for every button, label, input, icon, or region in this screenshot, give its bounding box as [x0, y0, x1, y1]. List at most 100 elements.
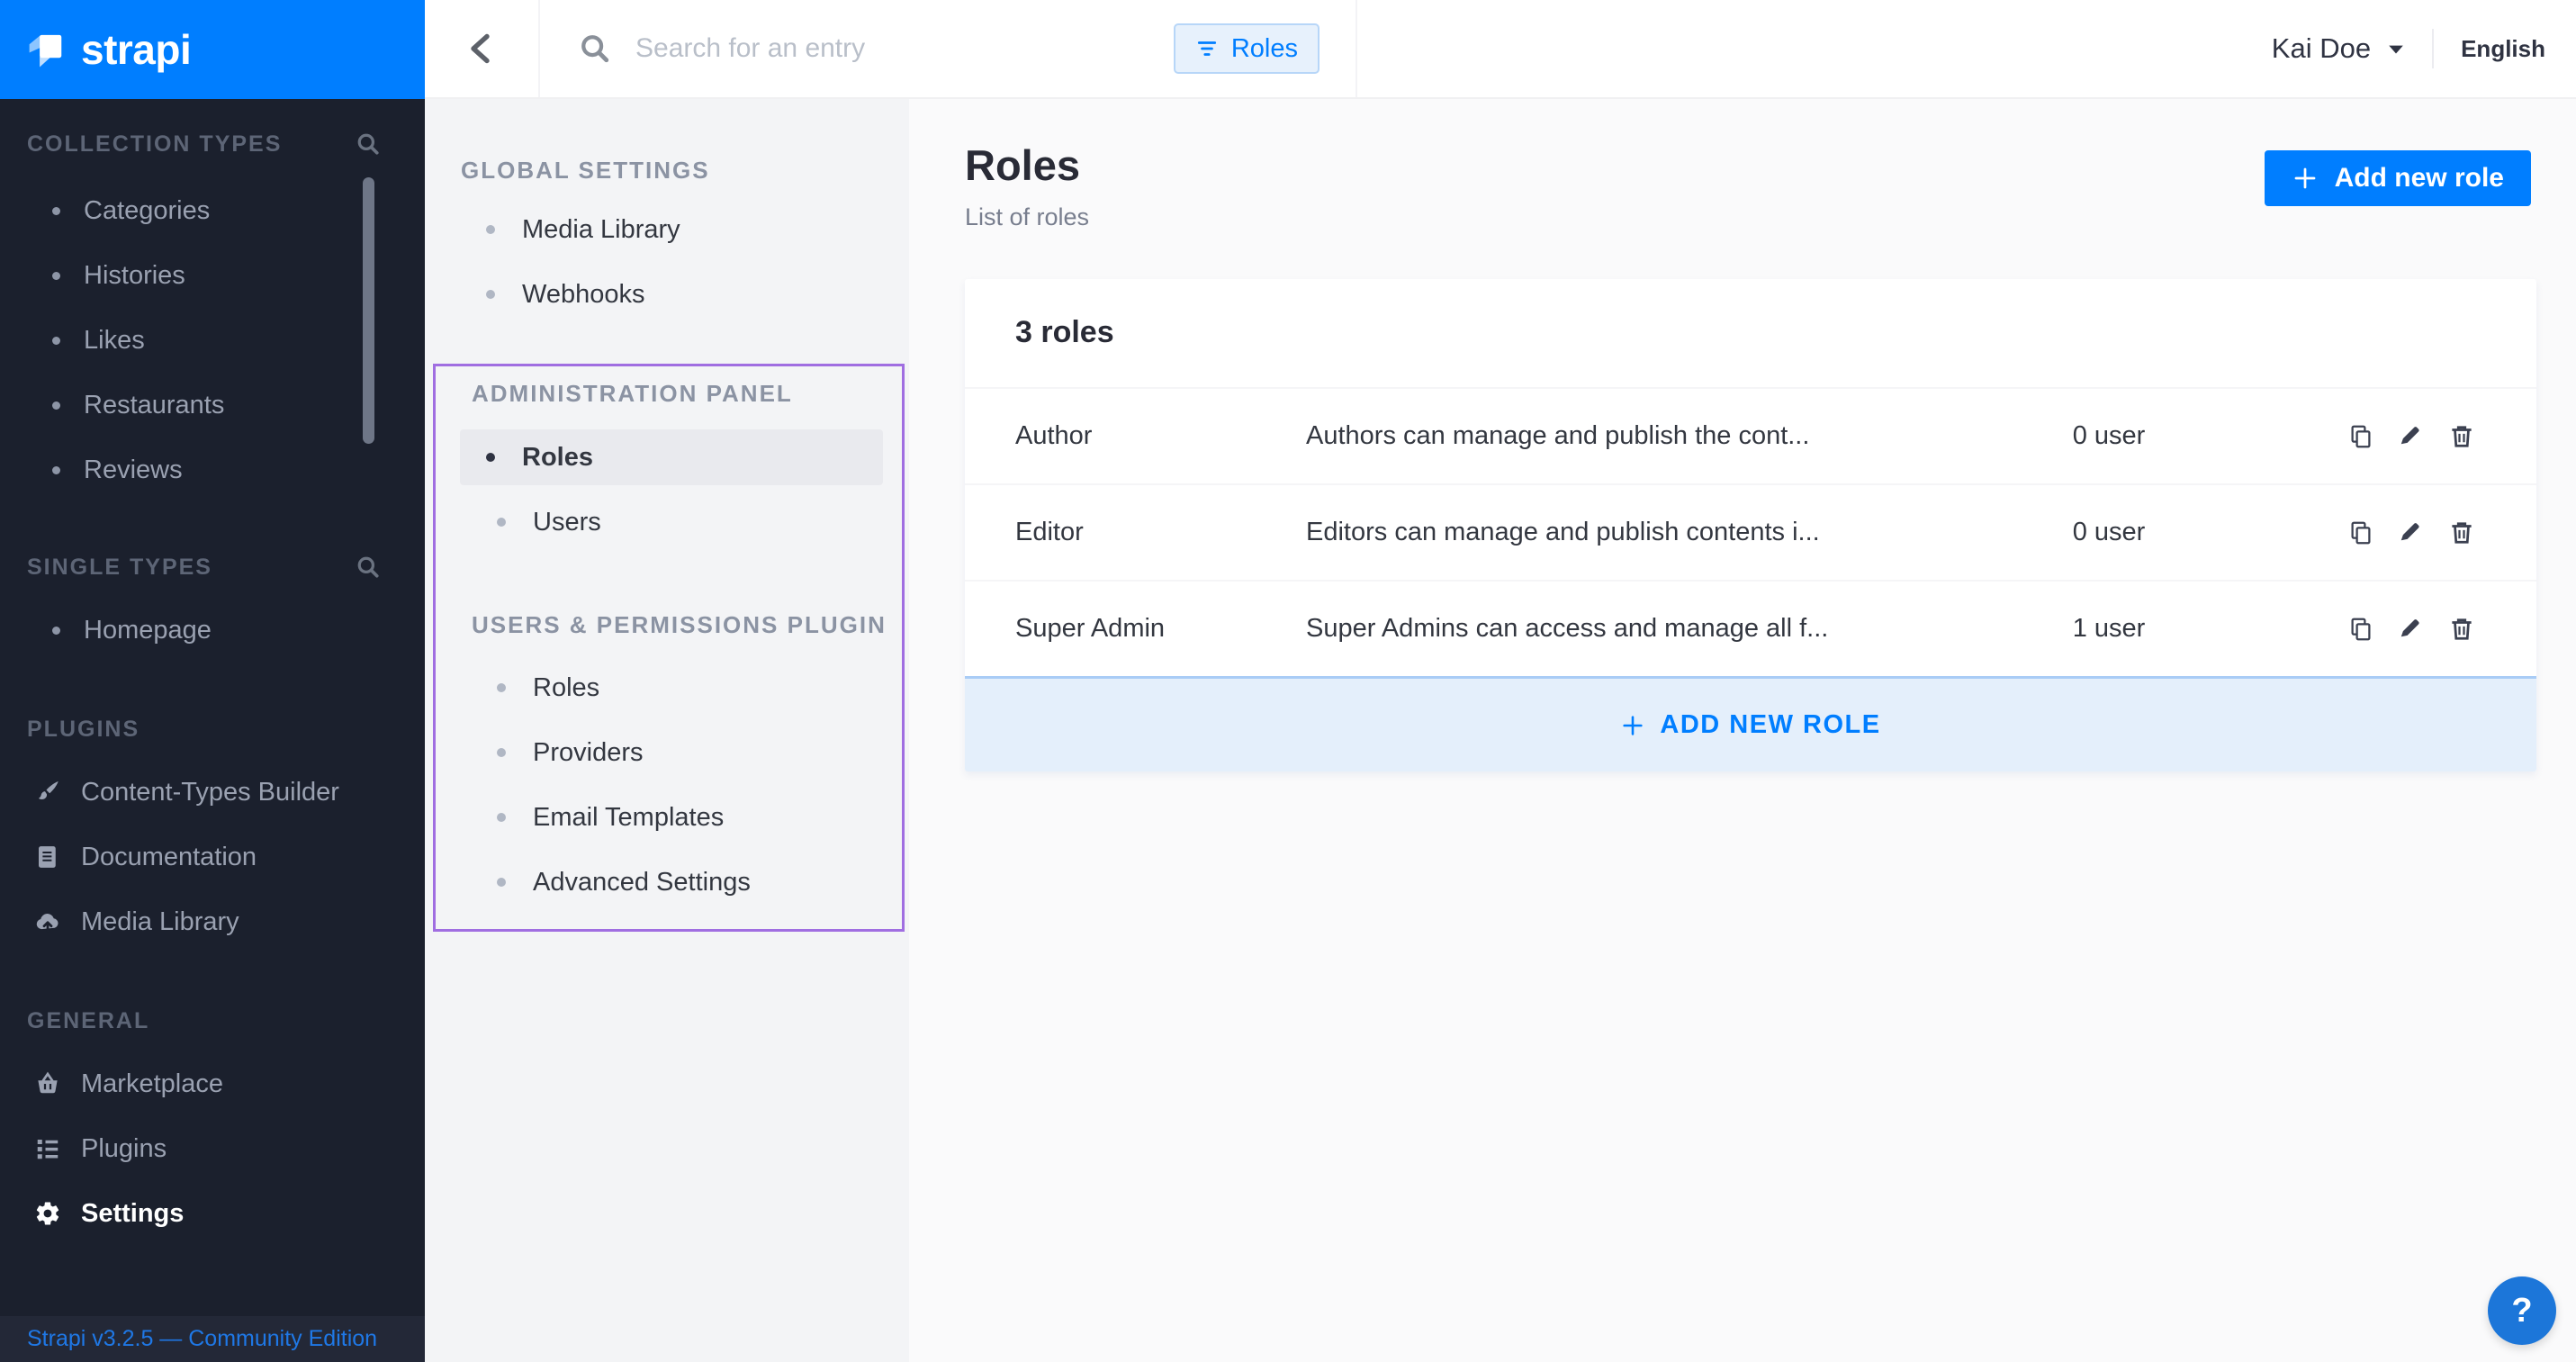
- roles-count: 3 roles: [1015, 315, 1114, 349]
- add-new-role-footer-button[interactable]: ADD NEW ROLE: [965, 676, 2536, 771]
- subnav-section-administration-panel: ADMINISTRATION PANEL: [436, 372, 902, 415]
- subnav-item-email-templates[interactable]: Email Templates: [436, 785, 902, 850]
- roles-card: 3 roles Author Authors can manage and pu…: [965, 279, 2536, 771]
- subnav-section-global-settings: GLOBAL SETTINGS: [425, 149, 909, 192]
- user-menu[interactable]: Kai Doe: [2272, 32, 2405, 65]
- search-input[interactable]: [635, 33, 1067, 64]
- section-plugins: PLUGINS: [0, 708, 425, 751]
- search-icon[interactable]: [356, 132, 380, 156]
- sidebar-item-settings[interactable]: Settings: [0, 1181, 425, 1246]
- edit-pencil-icon[interactable]: [2398, 423, 2425, 450]
- role-name: Author: [1015, 421, 1306, 451]
- sidebar-item-content-types-builder[interactable]: Content-Types Builder: [0, 760, 425, 825]
- bullet-icon: [497, 518, 506, 527]
- subnav-item-media-library[interactable]: Media Library: [425, 197, 909, 262]
- page-subtitle: List of roles: [965, 203, 1089, 231]
- settings-subnav: GLOBAL SETTINGS Media Library Webhooks A…: [425, 99, 909, 1362]
- subnav-item-up-roles[interactable]: Roles: [436, 655, 902, 720]
- bullet-icon: [497, 683, 506, 692]
- bullet-icon: [52, 466, 60, 474]
- section-collection-types: COLLECTION TYPES: [0, 122, 425, 166]
- search-icon[interactable]: [356, 555, 380, 579]
- version-link[interactable]: Strapi v3.2.5 — Community Edition: [27, 1326, 377, 1352]
- section-single-types: SINGLE TYPES: [0, 546, 425, 589]
- row-actions: [2347, 423, 2475, 450]
- subnav-section-users-permissions: USERS & PERMISSIONS PLUGIN: [436, 603, 902, 646]
- language-selector[interactable]: English: [2461, 35, 2545, 63]
- bullet-icon: [497, 813, 506, 822]
- gear-icon: [34, 1200, 61, 1227]
- edit-pencil-icon[interactable]: [2398, 519, 2425, 546]
- question-mark-icon: ?: [2511, 1292, 2532, 1330]
- bullet-icon: [486, 290, 495, 299]
- table-row-super-admin[interactable]: Super Admin Super Admins can access and …: [965, 580, 2536, 676]
- list-icon: [34, 1135, 61, 1162]
- role-description: Editors can manage and publish contents …: [1306, 518, 2041, 547]
- row-actions: [2347, 519, 2475, 546]
- sidebar-item-categories[interactable]: Categories: [0, 178, 425, 243]
- subnav-item-roles-active[interactable]: Roles: [460, 429, 883, 485]
- subnav-item-providers[interactable]: Providers: [436, 720, 902, 785]
- subnav-item-advanced-settings[interactable]: Advanced Settings: [436, 850, 902, 915]
- bullet-icon: [52, 401, 60, 410]
- book-icon: [34, 843, 61, 870]
- section-general: GENERAL: [0, 999, 425, 1042]
- main-content: Roles List of roles Add new role 3 roles…: [909, 99, 2576, 1362]
- plus-icon: [1620, 713, 1645, 738]
- basket-icon: [34, 1070, 61, 1097]
- role-user-count: 0 user: [2041, 421, 2176, 451]
- add-new-role-button[interactable]: Add new role: [2265, 150, 2531, 206]
- sidebar-item-plugins[interactable]: Plugins: [0, 1116, 425, 1181]
- role-user-count: 1 user: [2041, 614, 2176, 644]
- strapi-admin-app: strapi COLLECTION TYPES Categories Histo…: [0, 0, 2576, 1362]
- sidebar-item-documentation[interactable]: Documentation: [0, 825, 425, 889]
- sidebar-item-reviews[interactable]: Reviews: [0, 437, 425, 502]
- strapi-logo[interactable]: strapi: [0, 0, 425, 99]
- row-actions: [2347, 616, 2475, 643]
- edit-pencil-icon[interactable]: [2398, 616, 2425, 643]
- top-bar-right: Kai Doe English: [1357, 0, 2576, 97]
- user-name: Kai Doe: [2272, 32, 2371, 65]
- delete-trash-icon[interactable]: [2448, 423, 2475, 450]
- sidebar-item-restaurants[interactable]: Restaurants: [0, 373, 425, 437]
- role-description: Super Admins can access and manage all f…: [1306, 614, 2041, 644]
- sidebar-scrollbar[interactable]: [363, 177, 374, 444]
- strapi-logo-icon: [25, 29, 67, 70]
- duplicate-icon[interactable]: [2347, 423, 2374, 450]
- bullet-icon: [486, 453, 495, 462]
- subnav-item-webhooks[interactable]: Webhooks: [425, 262, 909, 327]
- sidebar-item-media-library[interactable]: Media Library: [0, 889, 425, 954]
- back-button[interactable]: [425, 0, 540, 97]
- sidebar-item-homepage[interactable]: Homepage: [0, 598, 425, 663]
- bullet-icon: [486, 225, 495, 234]
- duplicate-icon[interactable]: [2347, 616, 2374, 643]
- bullet-icon: [52, 272, 60, 280]
- sidebar-footer: Strapi v3.2.5 — Community Edition: [0, 1316, 425, 1362]
- help-button[interactable]: ?: [2488, 1276, 2556, 1345]
- table-row-author[interactable]: Author Authors can manage and publish th…: [965, 387, 2536, 483]
- search-area: Roles: [540, 0, 1357, 97]
- delete-trash-icon[interactable]: [2448, 519, 2475, 546]
- role-name: Super Admin: [1015, 614, 1306, 644]
- bullet-icon: [52, 207, 60, 215]
- subnav-item-users[interactable]: Users: [436, 490, 902, 555]
- caret-down-icon: [2387, 42, 2405, 55]
- bullet-icon: [52, 627, 60, 635]
- filter-chip-roles[interactable]: Roles: [1174, 23, 1320, 74]
- sidebar-item-histories[interactable]: Histories: [0, 243, 425, 308]
- sidebar-item-likes[interactable]: Likes: [0, 308, 425, 373]
- delete-trash-icon[interactable]: [2448, 616, 2475, 643]
- role-name: Editor: [1015, 518, 1306, 547]
- strapi-logo-text: strapi: [81, 25, 191, 74]
- top-bar: Roles Kai Doe English: [425, 0, 2576, 99]
- roles-card-header: 3 roles: [965, 279, 2536, 387]
- left-sidebar: strapi COLLECTION TYPES Categories Histo…: [0, 0, 425, 1362]
- sidebar-item-marketplace[interactable]: Marketplace: [0, 1051, 425, 1116]
- table-row-editor[interactable]: Editor Editors can manage and publish co…: [965, 483, 2536, 580]
- duplicate-icon[interactable]: [2347, 519, 2374, 546]
- plus-icon: [2292, 165, 2319, 192]
- admin-panel-highlight-box: ADMINISTRATION PANEL Roles Users USERS &…: [433, 364, 905, 932]
- divider: [2432, 29, 2434, 68]
- bullet-icon: [497, 748, 506, 757]
- cloud-upload-icon: [34, 908, 61, 935]
